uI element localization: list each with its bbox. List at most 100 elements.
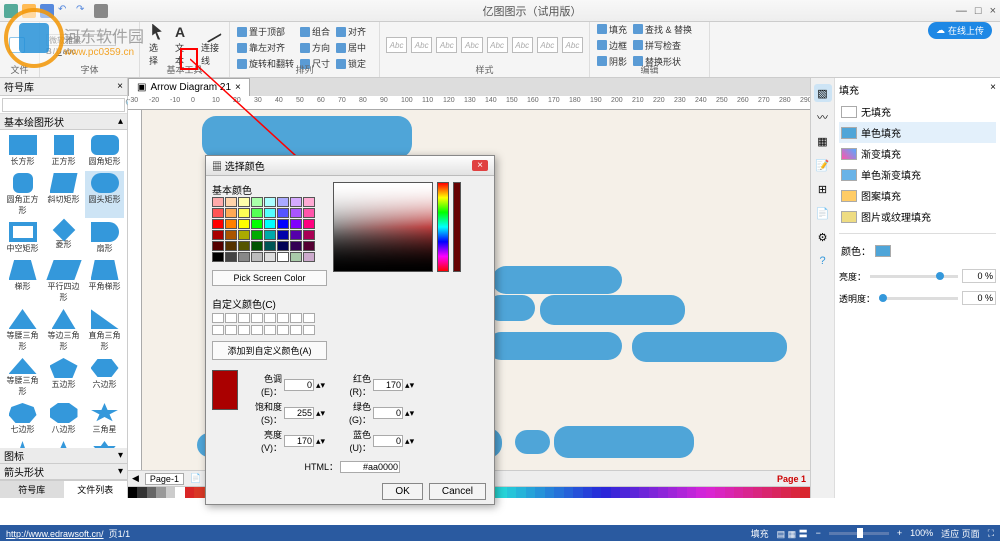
transparency-slider[interactable]: [879, 297, 958, 300]
shape-item[interactable]: 八边形: [44, 401, 83, 437]
palette-color[interactable]: [175, 487, 184, 498]
color-swatch[interactable]: [290, 241, 302, 251]
hue-input[interactable]: [284, 379, 314, 391]
fill-option[interactable]: 图片或纹理填充: [839, 206, 996, 227]
palette-color[interactable]: [147, 487, 156, 498]
page-tab-icon[interactable]: 📄: [814, 204, 832, 222]
ok-button[interactable]: OK: [382, 483, 422, 500]
val-input[interactable]: [284, 435, 314, 447]
shape-item[interactable]: 扇形: [85, 220, 124, 256]
palette-color[interactable]: [630, 487, 639, 498]
custom-color-slot[interactable]: [225, 313, 237, 323]
red-input[interactable]: [373, 379, 403, 391]
qat-redo-icon[interactable]: ↷: [76, 4, 90, 18]
color-swatch[interactable]: [303, 241, 315, 251]
center-button[interactable]: 居中: [335, 40, 367, 55]
custom-color-slot[interactable]: [251, 313, 263, 323]
upload-online-button[interactable]: ☁在线上传: [928, 22, 992, 39]
sat-input[interactable]: [284, 407, 314, 419]
color-swatch[interactable]: [225, 230, 237, 240]
shape-item[interactable]: 长方形: [3, 133, 42, 169]
qat-undo-icon[interactable]: ↶: [58, 4, 72, 18]
style-preset[interactable]: Abc: [436, 37, 457, 53]
palette-color[interactable]: [592, 487, 601, 498]
pick-screen-color-button[interactable]: Pick Screen Color: [212, 270, 327, 286]
fill-option[interactable]: 图案填充: [839, 185, 996, 206]
custom-color-slot[interactable]: [264, 313, 276, 323]
custom-color-slot[interactable]: [277, 325, 289, 335]
shape-item[interactable]: 菱形: [44, 220, 83, 256]
add-page-icon[interactable]: 📄: [190, 473, 201, 484]
shape-item[interactable]: 三角星: [85, 401, 124, 437]
spellcheck-button[interactable]: 拼写检查: [632, 38, 693, 53]
color-swatch[interactable]: [212, 208, 224, 218]
custom-color-slot[interactable]: [251, 325, 263, 335]
palette-color[interactable]: [668, 487, 677, 498]
zoom-slider[interactable]: [829, 532, 889, 535]
color-swatch[interactable]: [303, 197, 315, 207]
qat-save-icon[interactable]: [40, 4, 54, 18]
palette-color[interactable]: [611, 487, 620, 498]
shape-search-input[interactable]: [2, 98, 125, 112]
palette-color[interactable]: [166, 487, 175, 498]
palette-color[interactable]: [564, 487, 573, 498]
color-swatch[interactable]: [277, 197, 289, 207]
color-swatch[interactable]: [238, 219, 250, 229]
hue-slider[interactable]: [437, 182, 449, 272]
fill-button[interactable]: 填充: [596, 22, 628, 37]
palette-color[interactable]: [677, 487, 686, 498]
color-swatch[interactable]: [238, 208, 250, 218]
color-swatch[interactable]: [251, 252, 263, 262]
line-tab-icon[interactable]: 〰: [814, 108, 832, 126]
custom-color-slot[interactable]: [277, 313, 289, 323]
qat-open-icon[interactable]: [22, 4, 36, 18]
color-swatch[interactable]: [264, 219, 276, 229]
palette-color[interactable]: [507, 487, 516, 498]
shape-item[interactable]: 七边形: [3, 401, 42, 437]
palette-color[interactable]: [526, 487, 535, 498]
palette-color[interactable]: [128, 487, 137, 498]
custom-color-slot[interactable]: [290, 313, 302, 323]
close-panel-icon[interactable]: ×: [117, 81, 123, 92]
shape-item[interactable]: 圆角矩形: [85, 133, 124, 169]
shape-item[interactable]: 圆头矩形: [85, 171, 124, 218]
zoom-level[interactable]: 100%: [910, 528, 933, 538]
color-swatch[interactable]: [251, 230, 263, 240]
shape-item[interactable]: 等腰三角形: [3, 307, 42, 354]
shape-item[interactable]: 直角三角形: [85, 307, 124, 354]
find-replace-button[interactable]: 查找 & 替换: [632, 22, 693, 37]
palette-color[interactable]: [781, 487, 790, 498]
style-preset[interactable]: Abc: [512, 37, 533, 53]
shape-item[interactable]: 五边形: [44, 356, 83, 399]
style-preset[interactable]: Abc: [487, 37, 508, 53]
fill-option[interactable]: 无填充: [839, 101, 996, 122]
palette-color[interactable]: [573, 487, 582, 498]
html-color-input[interactable]: [340, 461, 400, 473]
color-swatch[interactable]: [303, 208, 315, 218]
color-swatch[interactable]: [225, 241, 237, 251]
color-swatch[interactable]: [277, 252, 289, 262]
palette-color[interactable]: [601, 487, 610, 498]
palette-color[interactable]: [734, 487, 743, 498]
group-button[interactable]: 组合: [299, 24, 331, 39]
color-swatch[interactable]: [225, 219, 237, 229]
color-swatch[interactable]: [238, 241, 250, 251]
color-swatch[interactable]: [264, 241, 276, 251]
color-swatch[interactable]: [264, 197, 276, 207]
dialog-close-button[interactable]: ×: [472, 160, 488, 171]
shadow-tab-icon[interactable]: ▦: [814, 132, 832, 150]
help-tab-icon[interactable]: ?: [814, 252, 832, 270]
shape[interactable]: [554, 426, 694, 458]
palette-color[interactable]: [185, 487, 194, 498]
color-gradient-picker[interactable]: [333, 182, 433, 272]
border-button[interactable]: 边框: [596, 38, 628, 53]
layout-tab-icon[interactable]: ⊞: [814, 180, 832, 198]
color-swatch[interactable]: [303, 219, 315, 229]
shape[interactable]: [515, 430, 550, 454]
color-swatch[interactable]: [238, 252, 250, 262]
color-swatch[interactable]: [225, 208, 237, 218]
palette-color[interactable]: [639, 487, 648, 498]
shape-item[interactable]: 六边形: [85, 356, 124, 399]
color-swatch[interactable]: [303, 230, 315, 240]
color-swatch[interactable]: [212, 241, 224, 251]
